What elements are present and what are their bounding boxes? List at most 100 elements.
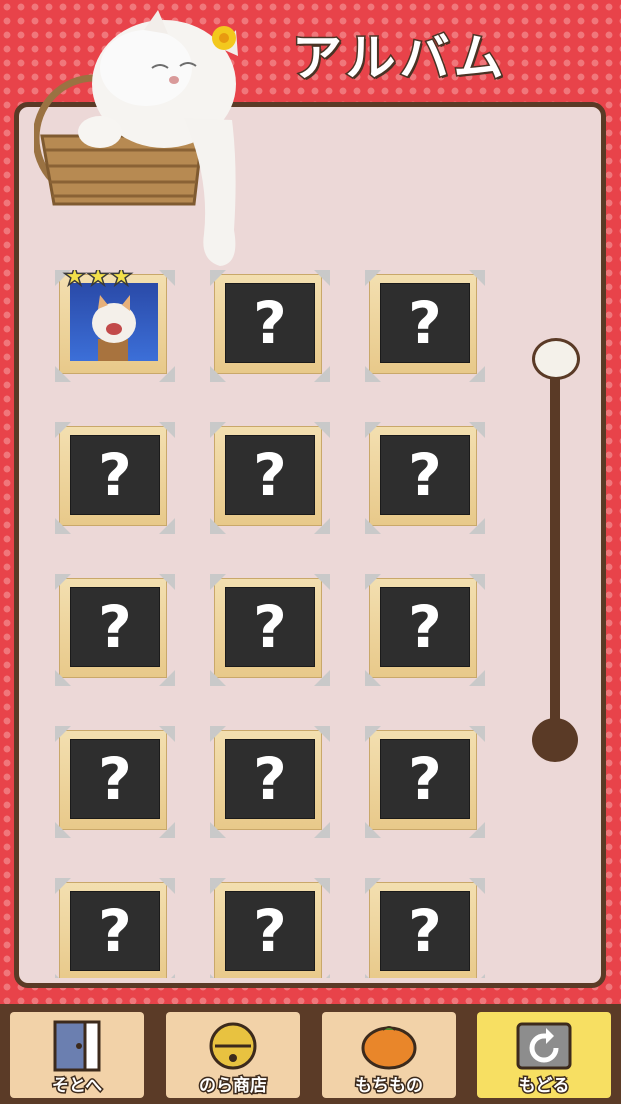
album-photo-slot[interactable]: ? [365,270,485,382]
photo-corner-tab [210,670,226,686]
photo-corner-tab [314,270,330,286]
return-arrow-icon [516,1022,572,1070]
photo-corner-tab [159,574,175,590]
locked-photo: ? [70,891,160,971]
photo-corner-tab [469,270,485,286]
photo-frame: ? [369,882,477,978]
album-photo-slot[interactable]: ? [210,726,330,838]
album-title: アルバム [291,28,508,89]
photo-corner-tab [469,574,485,590]
photo-frame: ? [214,274,322,374]
photo-corner-tab [55,574,71,590]
star-icon: ★ [109,270,134,292]
album-photo-slot[interactable]: ? [210,878,330,978]
photo-corner-tab [159,366,175,382]
photo-corner-tab [210,270,226,286]
photo-corner-tab [314,670,330,686]
album-photo-slot[interactable]: ? [365,574,485,686]
photo-corner-tab [210,878,226,894]
locked-photo: ? [70,435,160,515]
photo-frame: ? [369,730,477,830]
locked-photo: ? [225,891,315,971]
photo-corner-tab [55,670,71,686]
photo-corner-tab [469,518,485,534]
photo-frame: ? [214,426,322,526]
orange-icon [361,1026,417,1070]
photo-frame: ? [369,426,477,526]
photo-frame: ? [214,730,322,830]
photo-corner-tab [365,726,381,742]
question-mark-icon: ? [98,745,132,813]
photo-corner-tab [314,822,330,838]
photo-corner-tab [55,422,71,438]
photo-frame: ? [59,578,167,678]
photo-corner-tab [55,518,71,534]
cat-in-basket-image [34,10,238,266]
photo-corner-tab [365,574,381,590]
scroll-slider[interactable] [530,336,586,766]
photo-frame: ? [59,882,167,978]
locked-photo: ? [380,435,470,515]
photo-frame: ? [214,578,322,678]
photo-corner-tab [55,974,71,978]
album-photo-slot[interactable]: ? [55,726,175,838]
album-photo-slot[interactable]: ? [55,574,175,686]
locked-photo: ? [380,739,470,819]
photo-corner-tab [210,726,226,742]
question-mark-icon: ? [253,593,287,661]
bell-icon [209,1022,257,1070]
album-photo-slot[interactable]: ? [365,422,485,534]
locked-photo: ? [70,587,160,667]
album-photo-slot[interactable]: ? [210,270,330,382]
door-icon [53,1020,101,1072]
outside-button[interactable]: そとへ [10,1012,144,1098]
locked-photo: ? [380,283,470,363]
question-mark-icon: ? [98,897,132,965]
album-photo-slot[interactable]: ? [365,726,485,838]
photo-corner-tab [210,366,226,382]
slider-end-cap [532,718,578,762]
items-button[interactable]: もちもの [322,1012,456,1098]
question-mark-icon: ? [253,897,287,965]
photo-corner-tab [365,518,381,534]
star-icon: ★ [62,270,87,292]
photo-corner-tab [314,366,330,382]
photo-corner-tab [314,726,330,742]
album-photo-slot[interactable]: ? [210,422,330,534]
photo-frame: ? [369,578,477,678]
photo-corner-tab [314,422,330,438]
question-mark-icon: ? [253,441,287,509]
photo-corner-tab [55,822,71,838]
album-photo-slot[interactable]: ? [365,878,485,978]
question-mark-icon: ? [408,593,442,661]
slider-knob-rice-ball-icon[interactable] [532,338,580,380]
photo-corner-tab [210,822,226,838]
album-photo-slot[interactable]: ? [55,878,175,978]
back-button[interactable]: もどる [477,1012,611,1098]
photo-corner-tab [210,518,226,534]
photo-corner-tab [365,878,381,894]
photo-corner-tab [159,518,175,534]
photo-corner-tab [365,670,381,686]
photo-corner-tab [55,366,71,382]
star-icon: ★ [86,270,111,292]
photo-corner-tab [210,974,226,978]
photo-corner-tab [159,422,175,438]
shop-button[interactable]: のら商店 [166,1012,300,1098]
back-label: もどる [517,1075,571,1098]
question-mark-icon: ? [253,745,287,813]
photo-corner-tab [159,974,175,978]
photo-corner-tab [314,518,330,534]
shop-label: のら商店 [198,1075,269,1098]
locked-photo: ? [225,283,315,363]
photo-corner-tab [55,726,71,742]
locked-photo: ? [70,739,160,819]
album-photo-slot[interactable]: ? [210,574,330,686]
locked-photo: ? [225,587,315,667]
outside-label: そとへ [50,1075,103,1098]
album-photo-slot[interactable]: ? [55,422,175,534]
album-photo-slot[interactable]: ★★★ [55,270,175,382]
items-label: もちもの [354,1075,425,1098]
photo-corner-tab [469,726,485,742]
photo-corner-tab [314,574,330,590]
